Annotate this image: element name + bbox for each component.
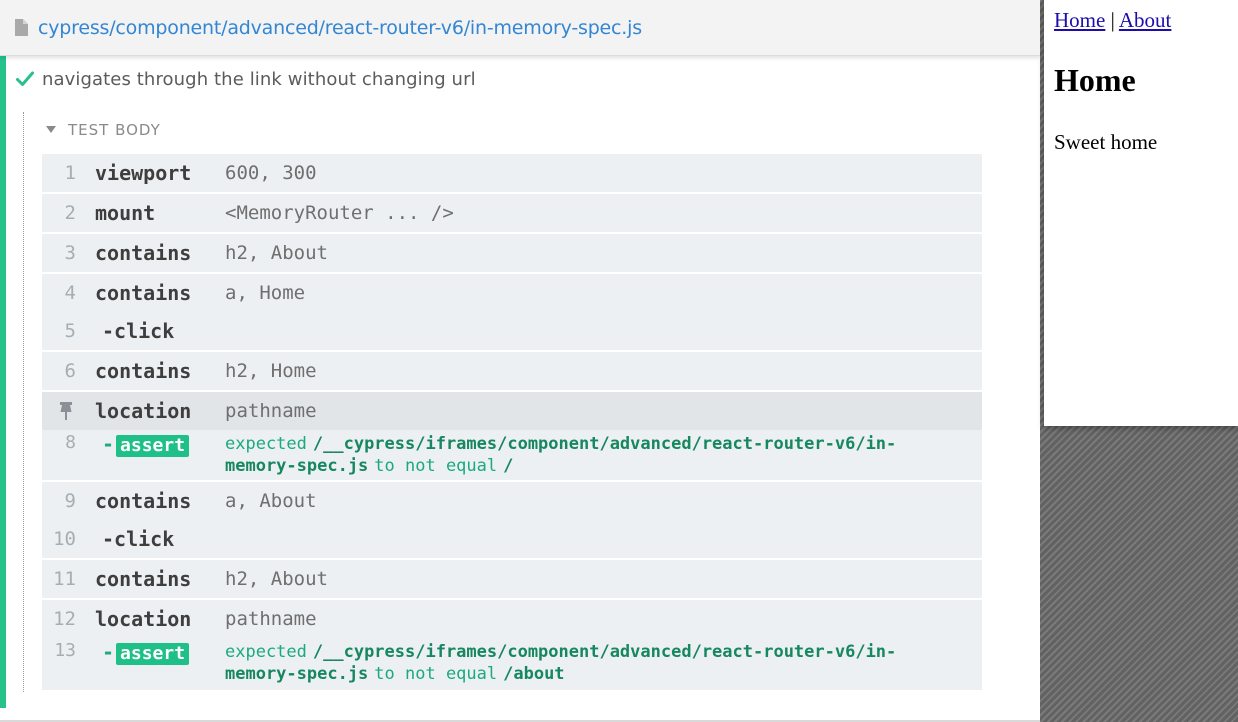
assert-actual-cont: memory-spec.js xyxy=(225,456,369,476)
command-name: viewport xyxy=(95,161,192,185)
command-message: 600, 300 xyxy=(225,162,317,184)
command-number: 10 xyxy=(53,528,76,550)
command-name: - assert xyxy=(102,432,190,457)
command-message: h2, About xyxy=(225,242,328,264)
nav-separator: | xyxy=(1110,8,1115,32)
command-number: 1 xyxy=(64,162,76,184)
command-row[interactable]: 12 location pathname xyxy=(42,600,982,638)
app-text: Sweet home xyxy=(1054,130,1158,154)
assert-message: expected/__cypress/iframes/component/adv… xyxy=(225,641,965,685)
assert-expected-value: /about xyxy=(503,664,565,684)
command-message: pathname xyxy=(225,400,317,422)
spec-path-link[interactable]: cypress/component/advanced/react-router-… xyxy=(38,17,642,39)
command-row[interactable]: 2 mount <MemoryRouter ... /> xyxy=(42,194,982,234)
assert-badge: assert xyxy=(116,434,190,457)
spec-file-header: cypress/component/advanced/react-router-… xyxy=(0,0,1040,56)
command-name: contains xyxy=(95,241,192,265)
command-message: a, Home xyxy=(225,282,306,304)
assert-message: expected/__cypress/iframes/component/adv… xyxy=(225,433,965,477)
command-list: 1 viewport 600, 300 2 mount <MemoryRoute… xyxy=(42,154,982,690)
command-number: 2 xyxy=(64,202,76,224)
command-name: contains xyxy=(95,489,192,513)
assert-expected-value: / xyxy=(503,456,514,476)
command-message: <MemoryRouter ... /> xyxy=(225,202,454,224)
check-icon xyxy=(16,71,34,86)
command-name: contains xyxy=(95,359,192,383)
app-iframe: Home | About Home Sweet home xyxy=(1044,0,1238,426)
test-body-label: TEST BODY xyxy=(68,121,161,139)
file-icon xyxy=(15,19,28,36)
command-name: - assert xyxy=(102,640,190,665)
test-title-row[interactable]: navigates through the link without chang… xyxy=(16,66,476,92)
caret-down-icon xyxy=(46,126,56,133)
test-container: navigates through the link without chang… xyxy=(0,56,1040,722)
command-row-assert[interactable]: 13 - assert expected/__cypress/iframes/co… xyxy=(42,638,982,690)
assert-actual: /__cypress/iframes/component/advanced/re… xyxy=(312,642,897,662)
command-row[interactable]: 1 viewport 600, 300 xyxy=(42,154,982,194)
command-log-panel: cypress/component/advanced/react-router-… xyxy=(0,0,1040,722)
command-number: 12 xyxy=(53,608,76,630)
nav-link-about[interactable]: About xyxy=(1119,8,1172,32)
command-message: h2, About xyxy=(225,568,328,590)
command-name: contains xyxy=(95,567,192,591)
command-row[interactable]: 11 contains h2, About xyxy=(42,560,982,600)
command-row[interactable]: 5 -click xyxy=(42,312,982,352)
assert-actual-cont: memory-spec.js xyxy=(225,664,369,684)
command-row[interactable]: 4 contains a, Home xyxy=(42,274,982,312)
test-title: navigates through the link without chang… xyxy=(42,68,476,90)
command-name: contains xyxy=(95,281,192,305)
command-row[interactable]: 9 contains a, About xyxy=(42,482,982,520)
command-message: pathname xyxy=(225,608,317,630)
assert-badge: assert xyxy=(116,642,190,665)
command-name: -click xyxy=(102,527,175,551)
pin-icon[interactable] xyxy=(58,402,74,420)
hook-divider xyxy=(23,112,24,692)
command-row-pinned[interactable]: location pathname xyxy=(42,392,982,430)
command-row[interactable]: 3 contains h2, About xyxy=(42,234,982,274)
nav-link-home[interactable]: Home xyxy=(1054,8,1105,32)
command-number: 3 xyxy=(64,242,76,264)
command-name: location xyxy=(95,607,192,631)
command-name: -click xyxy=(102,319,175,343)
command-row[interactable]: 6 contains h2, Home xyxy=(42,352,982,392)
command-message: h2, Home xyxy=(225,360,317,382)
command-number: 13 xyxy=(54,640,76,661)
assert-relation: to not equal xyxy=(374,456,498,476)
assert-expected-word: expected xyxy=(225,434,307,454)
command-row[interactable]: 10 -click xyxy=(42,520,982,560)
app-heading: Home xyxy=(1054,62,1136,98)
assert-actual: /__cypress/iframes/component/advanced/re… xyxy=(312,434,897,454)
command-number: 11 xyxy=(53,568,76,590)
assert-expected-word: expected xyxy=(225,642,307,662)
command-number: 8 xyxy=(65,432,76,453)
command-number: 9 xyxy=(64,490,76,512)
command-number: 6 xyxy=(64,360,76,382)
command-message: a, About xyxy=(225,490,317,512)
command-row-assert[interactable]: 8 - assert expected/__cypress/iframes/com… xyxy=(42,430,982,482)
test-body-toggle[interactable]: TEST BODY xyxy=(46,120,161,140)
command-name: mount xyxy=(95,201,156,225)
command-name: location xyxy=(95,399,192,423)
assert-relation: to not equal xyxy=(374,664,498,684)
command-number: 4 xyxy=(64,282,76,304)
app-preview-panel: Home | About Home Sweet home xyxy=(1040,0,1238,722)
test-pass-indicator xyxy=(0,56,6,708)
app-nav: Home | About xyxy=(1054,8,1171,33)
command-number: 5 xyxy=(64,320,76,342)
